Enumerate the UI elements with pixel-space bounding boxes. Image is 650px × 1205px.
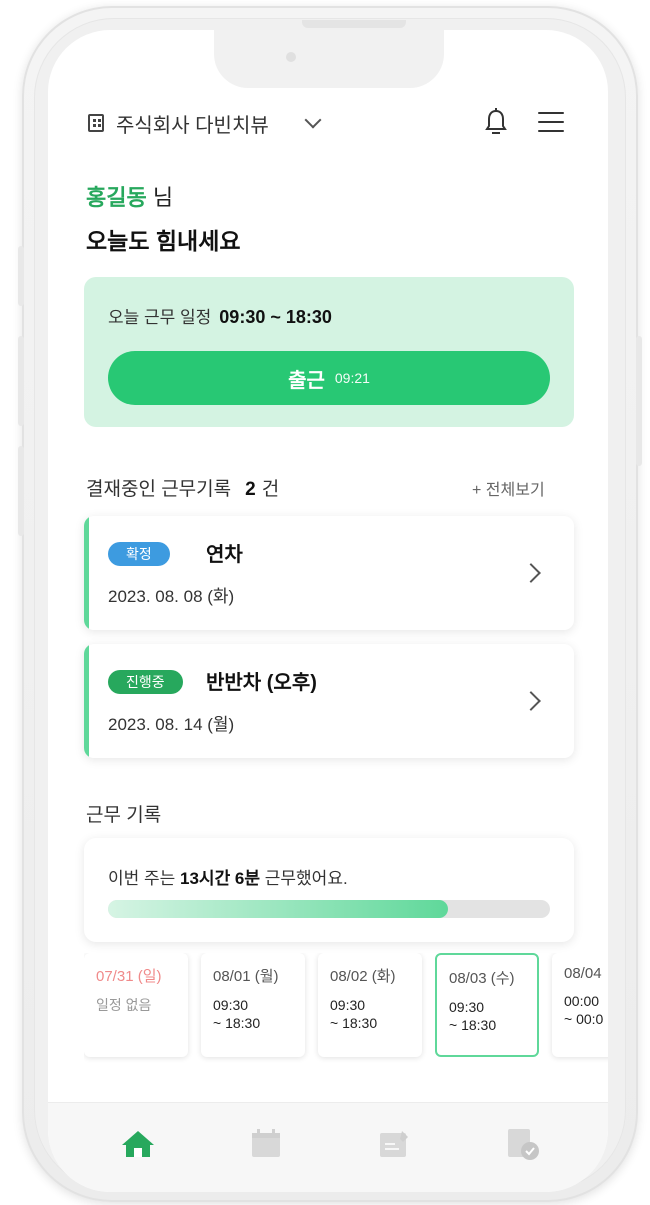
chevron-right-icon[interactable] — [521, 563, 541, 583]
phone-side-button — [18, 446, 24, 536]
phone-notch — [214, 30, 444, 88]
day-date: 08/02 (화) — [330, 968, 396, 985]
phone-speaker — [302, 20, 406, 28]
bell-icon[interactable] — [484, 108, 508, 136]
progress-fill — [108, 900, 449, 918]
view-all-link[interactable]: + 전체보기 — [472, 476, 545, 500]
day-card-selected[interactable]: 08/03 (수) 09:30 ~ 18:30 — [435, 953, 539, 1057]
record-date: 2023. 08. 08 (화) — [108, 587, 235, 606]
pending-record-card[interactable]: 진행중 반반차 (오후) 2023. 08. 14 (월) — [84, 644, 574, 758]
record-date: 2023. 08. 14 (월) — [108, 715, 235, 734]
checkin-label: 출근 — [288, 369, 325, 392]
status-badge: 확정 — [108, 542, 170, 566]
home-icon[interactable] — [116, 1121, 160, 1165]
checkin-time: 09:21 — [334, 370, 370, 386]
daily-records-strip[interactable]: 07/31 (일) 일정 없음 08/01 (월) 09:30 ~ 18:30 0… — [84, 953, 608, 1063]
day-time: 09:30 ~ 18:30 — [449, 999, 497, 1033]
weekly-summary-text: 이번 주는 13시간 6분 근무했어요. — [108, 864, 348, 889]
day-date: 08/04 — [564, 965, 602, 982]
pending-records-title: 결재중인 근무기록 2 건 — [86, 474, 279, 501]
weekly-progress-bar — [108, 900, 550, 918]
building-icon — [88, 114, 104, 132]
user-suffix: 님 — [146, 185, 174, 210]
checkin-button[interactable]: 출근 09:21 — [108, 351, 550, 405]
summary-prefix: 이번 주는 — [108, 869, 181, 888]
day-time: 일정 없음 — [96, 997, 152, 1013]
record-type: 반반차 (오후) — [206, 672, 317, 694]
record-type: 연차 — [206, 544, 243, 566]
phone-side-button — [18, 336, 24, 426]
summary-hours: 13시간 6분 — [180, 869, 261, 888]
work-records-title: 근무 기록 — [86, 805, 162, 826]
today-schedule-title: 오늘 근무 일정 — [108, 308, 212, 327]
calendar-icon[interactable] — [244, 1121, 288, 1165]
weekly-summary-card: 이번 주는 13시간 6분 근무했어요. — [84, 838, 574, 942]
phone-side-button — [636, 336, 642, 466]
approval-document-icon[interactable] — [500, 1121, 544, 1165]
day-card[interactable]: 08/01 (월) 09:30 ~ 18:30 — [201, 953, 305, 1057]
day-date: 08/01 (월) — [213, 968, 279, 985]
edit-note-icon[interactable] — [372, 1121, 416, 1165]
pending-record-card[interactable]: 확정 연차 2023. 08. 08 (화) — [84, 516, 574, 630]
day-date: 08/03 (수) — [449, 970, 515, 987]
status-badge: 진행중 — [108, 670, 183, 694]
phone-side-button — [18, 246, 24, 306]
hamburger-menu-icon[interactable] — [538, 112, 564, 132]
day-time: 09:30 ~ 18:30 — [330, 997, 378, 1031]
company-name[interactable]: 주식회사 다빈치뷰 — [116, 109, 269, 138]
bottom-tab-bar — [48, 1102, 608, 1192]
summary-suffix: 근무했어요. — [260, 869, 348, 888]
pending-count: 2 — [245, 479, 256, 500]
day-time: 00:00 ~ 00:0 — [564, 993, 604, 1027]
card-accent-bar — [84, 516, 89, 630]
app-header: 주식회사 다빈치뷰 — [88, 108, 568, 138]
today-schedule-label: 오늘 근무 일정 09:30 ~ 18:30 — [108, 303, 332, 328]
chevron-down-icon[interactable] — [304, 111, 322, 129]
day-date: 07/31 (일) — [96, 968, 162, 985]
greeting-message: 오늘도 힘내세요 — [86, 228, 241, 254]
chevron-right-icon[interactable] — [521, 691, 541, 711]
day-card[interactable]: 08/04 00:00 ~ 00:0 — [552, 953, 608, 1057]
user-name: 홍길동 — [86, 185, 147, 210]
greeting-line: 홍길동 님 — [86, 180, 173, 212]
day-card[interactable]: 08/02 (화) 09:30 ~ 18:30 — [318, 953, 422, 1057]
pending-title-text: 결재중인 근무기록 — [86, 479, 232, 500]
day-time: 09:30 ~ 18:30 — [213, 997, 261, 1031]
pending-unit: 건 — [261, 479, 280, 500]
camera-icon — [286, 52, 296, 62]
card-accent-bar — [84, 644, 89, 758]
day-card[interactable]: 07/31 (일) 일정 없음 — [84, 953, 188, 1057]
today-schedule-time: 09:30 ~ 18:30 — [219, 307, 332, 327]
today-schedule-card: 오늘 근무 일정 09:30 ~ 18:30 출근 09:21 — [84, 277, 574, 427]
app-screen: 주식회사 다빈치뷰 홍길동 님 오늘도 힘내세요 오늘 근무 일정 09:30 ~… — [48, 30, 608, 1192]
